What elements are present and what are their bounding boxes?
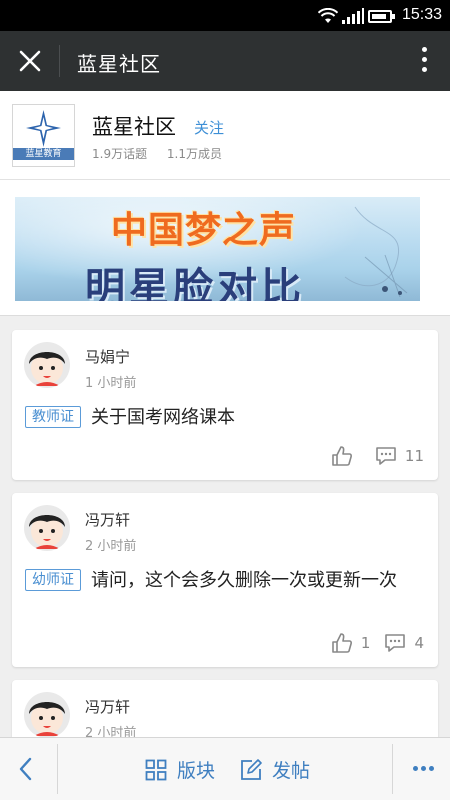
post-text: 关于国考网络课本 <box>91 407 235 428</box>
logo-text: 蓝星教育 <box>13 148 74 160</box>
post-time: 1 小时前 <box>85 376 137 391</box>
star-logo-icon <box>26 110 61 147</box>
community-stats: 1.9万话题 1.1万成员 <box>92 145 238 162</box>
like-count: 1 <box>360 634 371 652</box>
more-options-icon[interactable] <box>420 47 428 77</box>
post-tag[interactable]: 幼师证 <box>25 569 81 591</box>
like-button[interactable] <box>331 445 361 467</box>
post-content[interactable]: 幼师证 请问，这个会多久删除一次或更新一次 <box>25 568 424 593</box>
comment-button[interactable]: 11 <box>375 445 424 467</box>
bottom-toolbar: 版块 发帖 <box>0 737 450 800</box>
post-card[interactable]: 冯万轩 2 小时前 幼师证 请问，这个会多久删除一次或更新一次 1 4 <box>12 493 438 667</box>
sections-label: 版块 <box>177 760 216 782</box>
post-content[interactable]: 教师证 关于国考网络课本 <box>25 405 424 430</box>
avatar-icon <box>29 515 65 549</box>
follow-button[interactable]: 关注 <box>194 117 224 138</box>
post-author[interactable]: 冯万轩 <box>85 696 130 717</box>
banner-line-1: 中国梦之声 <box>111 210 297 251</box>
more-menu-icon[interactable] <box>410 766 434 771</box>
community-header: 蓝星教育 蓝星社区 关注 1.9万话题 1.1万成员 <box>0 91 450 180</box>
status-bar: 15:33 <box>0 0 450 31</box>
banner-image[interactable]: 中国梦之声 明星脸对比 <box>15 197 420 301</box>
post-text: 请问，这个会多久删除一次或更新一次 <box>91 570 397 591</box>
banner-section: 中国梦之声 明星脸对比 <box>0 180 450 316</box>
avatar-icon <box>29 352 65 386</box>
avatar[interactable] <box>24 692 70 738</box>
post-tag[interactable]: 教师证 <box>25 406 81 428</box>
members-count: 1.1万成员 <box>166 147 223 161</box>
avatar[interactable] <box>24 505 70 551</box>
page-title: 蓝星社区 <box>77 52 161 76</box>
post-actions: 11 <box>317 444 424 468</box>
new-post-button[interactable]: 发帖 <box>240 756 310 783</box>
back-icon[interactable] <box>14 756 38 782</box>
post-card[interactable]: 马娟宁 1 小时前 教师证 关于国考网络课本 11 <box>12 330 438 480</box>
comment-icon <box>376 447 396 465</box>
topics-count: 1.9万话题 <box>92 147 148 161</box>
wifi-icon <box>318 8 338 23</box>
app-bar: 蓝星社区 <box>0 31 450 91</box>
community-name: 蓝星社区 <box>92 115 176 139</box>
post-label: 发帖 <box>272 760 311 782</box>
like-button[interactable]: 1 <box>331 632 371 654</box>
sections-button[interactable]: 版块 <box>145 756 215 783</box>
comment-count: 4 <box>414 634 424 652</box>
post-author[interactable]: 马娟宁 <box>85 346 130 367</box>
close-icon[interactable] <box>12 43 48 79</box>
battery-icon <box>368 10 395 23</box>
thumbs-up-icon <box>332 633 352 653</box>
post-actions: 1 4 <box>317 631 424 655</box>
signal-icon <box>342 8 364 24</box>
toolbar-divider <box>57 744 58 794</box>
post-author[interactable]: 冯万轩 <box>85 509 130 530</box>
app-bar-divider <box>59 45 60 77</box>
avatar[interactable] <box>24 342 70 388</box>
avatar-icon <box>29 702 65 736</box>
community-logo[interactable]: 蓝星教育 <box>12 104 75 167</box>
edit-icon <box>241 758 262 780</box>
comment-icon <box>385 634 406 652</box>
status-time: 15:33 <box>401 6 442 23</box>
comment-button[interactable]: 4 <box>384 632 424 654</box>
banner-line-2: 明星脸对比 <box>85 265 305 301</box>
comment-count: 11 <box>404 447 424 465</box>
grid-icon <box>145 759 167 780</box>
toolbar-divider <box>392 744 393 794</box>
thumbs-up-icon <box>332 446 352 466</box>
post-time: 2 小时前 <box>85 539 137 554</box>
